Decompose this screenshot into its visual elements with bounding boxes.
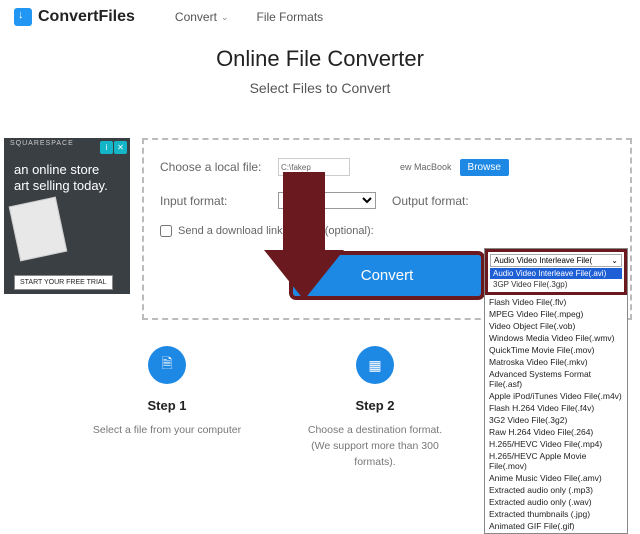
file-suffix: ew MacBook — [400, 162, 452, 172]
output-format-dropdown[interactable]: Audio Video Interleave File(⌄ Audio Vide… — [484, 248, 628, 534]
ad-headline: an online storeart selling today. — [14, 162, 120, 193]
dropdown-option[interactable]: Extracted audio only (.wav) — [485, 496, 627, 508]
ad-close-icon[interactable]: ✕ — [114, 141, 127, 154]
dropdown-option[interactable]: Extracted thumbnails (.jpg) — [485, 508, 627, 520]
output-format-label: Output format: — [392, 194, 469, 208]
page-title: Online File Converter — [0, 46, 640, 72]
step-2-desc: Choose a destination format. (We support… — [300, 423, 450, 470]
browse-button[interactable]: Browse — [460, 159, 509, 176]
dropdown-option[interactable]: Video Object File(.vob) — [485, 320, 627, 332]
step-1-desc: Select a file from your computer — [92, 423, 242, 439]
email-link-checkbox[interactable] — [160, 225, 172, 237]
dropdown-option[interactable]: 3GP Video File(.3gp) — [490, 279, 622, 290]
dropdown-option[interactable]: Apple iPod/iTunes Video File(.m4v) — [485, 390, 627, 402]
brand-logo[interactable]: ConvertFiles — [14, 8, 135, 26]
local-file-label: Choose a local file: — [160, 160, 270, 174]
step-1: 🗎 Step 1 Select a file from your compute… — [92, 346, 242, 470]
dropdown-option[interactable]: 3G2 Video File(.3g2) — [485, 414, 627, 426]
dropdown-option[interactable]: Matroska Video File(.mkv) — [485, 356, 627, 368]
nav-file-formats[interactable]: File Formats — [257, 10, 324, 24]
dropdown-option[interactable]: Animated GIF File(.gif) — [485, 520, 627, 532]
dropdown-option[interactable]: Raw H.264 Video File(.264) — [485, 426, 627, 438]
dropdown-option[interactable]: Anime Music Video File(.amv) — [485, 472, 627, 484]
sidebar-ad[interactable]: SQUARESPACE i✕ an online storeart sellin… — [4, 138, 130, 294]
grid-icon: ▦ — [356, 346, 394, 384]
logo-icon — [14, 8, 32, 26]
dropdown-option[interactable]: H.265/HEVC Apple Movie File(.mov) — [485, 450, 627, 472]
dropdown-selected[interactable]: Audio Video Interleave File(⌄ — [490, 254, 622, 267]
file-icon: 🗎 — [148, 346, 186, 384]
dropdown-option[interactable]: Flash Video File(.flv) — [485, 296, 627, 308]
step-2: ▦ Step 2 Choose a destination format. (W… — [300, 346, 450, 470]
dropdown-option[interactable]: Windows Media Video File(.wmv) — [485, 332, 627, 344]
brand-text: ConvertFiles — [38, 8, 135, 26]
dropdown-option[interactable]: Extracted audio only (.mp3) — [485, 484, 627, 496]
file-path-input[interactable] — [278, 158, 350, 176]
step-1-title: Step 1 — [92, 398, 242, 413]
ad-brand: SQUARESPACE — [10, 140, 74, 147]
nav-convert[interactable]: Convert ⌄ — [175, 10, 229, 24]
dropdown-option[interactable]: QuickTime Movie File(.mov) — [485, 344, 627, 356]
step-2-title: Step 2 — [300, 398, 450, 413]
convert-button[interactable]: Convert — [293, 255, 482, 296]
ad-cta-button[interactable]: START YOUR FREE TRIAL — [14, 275, 113, 290]
dropdown-option[interactable]: H.265/HEVC Video File(.mp4) — [485, 438, 627, 450]
dropdown-option[interactable]: Advanced Systems Format File(.asf) — [485, 368, 627, 390]
dropdown-option-highlighted[interactable]: Audio Video Interleave File(.avi) — [490, 268, 622, 279]
input-format-label: Input format: — [160, 194, 270, 208]
input-format-select[interactable] — [278, 192, 376, 209]
page-subtitle: Select Files to Convert — [0, 80, 640, 96]
dropdown-option[interactable]: MPEG Video File(.mpeg) — [485, 308, 627, 320]
dropdown-option[interactable]: Flash H.264 Video File(.f4v) — [485, 402, 627, 414]
ad-image — [9, 197, 68, 262]
chevron-down-icon: ⌄ — [221, 12, 229, 23]
email-link-label: Send a download link to my e (optional): — [178, 225, 374, 237]
ad-info-icon[interactable]: i — [100, 141, 113, 154]
chevron-down-icon: ⌄ — [611, 256, 618, 265]
